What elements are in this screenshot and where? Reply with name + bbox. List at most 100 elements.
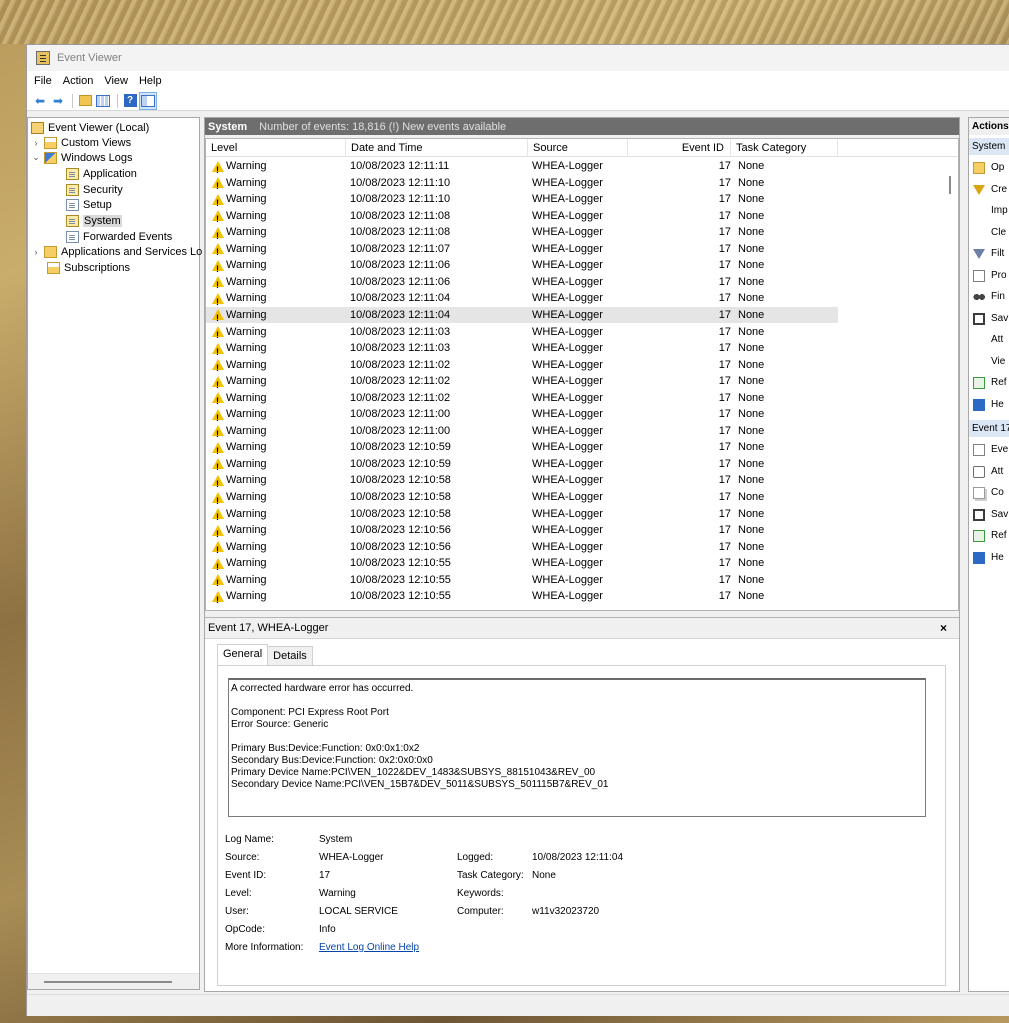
- tree-item-security[interactable]: Security: [66, 182, 123, 197]
- table-row[interactable]: Warning 10/08/2023 12:11:02 WHEA-Logger 17 N…: [206, 373, 838, 393]
- toolbar-separator: [72, 93, 73, 108]
- collapse-chevron-icon[interactable]: ⌄: [31, 152, 41, 163]
- show-hide-console-tree-icon[interactable]: [95, 93, 111, 109]
- menu-action[interactable]: Action: [63, 75, 94, 87]
- table-row[interactable]: Warning 10/08/2023 12:11:08 WHEA-Logger 17 N…: [206, 208, 838, 227]
- table-row[interactable]: Warning 10/08/2023 12:10:58 WHEA-Logger 17 N…: [206, 489, 838, 509]
- title-bar[interactable]: Event Viewer: [27, 45, 1009, 71]
- table-row[interactable]: Warning 10/08/2023 12:11:00 WHEA-Logger 17 N…: [206, 406, 838, 426]
- action-item[interactable]: Filt: [973, 244, 1004, 264]
- action-item[interactable]: Vie: [973, 352, 1005, 372]
- tree-item-event-viewer-local[interactable]: Event Viewer (Local): [31, 120, 149, 135]
- action-item[interactable]: Op: [973, 158, 1004, 178]
- tree-item-windows-logs[interactable]: ⌄ Windows Logs: [31, 150, 133, 165]
- table-row[interactable]: Warning 10/08/2023 12:11:02 WHEA-Logger 17 N…: [206, 357, 838, 376]
- table-row[interactable]: Warning 10/08/2023 12:11:07 WHEA-Logger 17 N…: [206, 241, 838, 260]
- action-item[interactable]: Co: [973, 483, 1004, 503]
- event-level-cell: Warning: [212, 390, 267, 409]
- expand-chevron-icon[interactable]: ›: [31, 138, 41, 148]
- up-folder-icon[interactable]: [77, 93, 93, 109]
- event-description-box[interactable]: A corrected hardware error has occurred.…: [228, 678, 926, 817]
- source-label: Source:: [225, 852, 260, 863]
- menu-file[interactable]: File: [34, 75, 52, 87]
- table-row[interactable]: Warning 10/08/2023 12:11:00 WHEA-Logger 17 N…: [206, 423, 838, 442]
- table-row[interactable]: Warning 10/08/2023 12:10:55 WHEA-Logger 17 N…: [206, 588, 838, 608]
- show-hide-action-pane-icon[interactable]: [139, 91, 157, 110]
- table-row[interactable]: Warning 10/08/2023 12:10:56 WHEA-Logger 17 N…: [206, 539, 838, 558]
- tree-item-custom-views[interactable]: › Custom Views: [31, 135, 131, 150]
- tree-item-system[interactable]: System: [66, 213, 122, 228]
- event-task-cell: None: [738, 573, 765, 586]
- event-log-online-help-link[interactable]: Event Log Online Help: [319, 940, 419, 956]
- tree-horizontal-scrollbar[interactable]: [28, 973, 199, 989]
- table-row[interactable]: Warning 10/08/2023 12:10:55 WHEA-Logger 17 N…: [206, 572, 838, 591]
- column-header-date-time[interactable]: Date and Time: [346, 139, 528, 157]
- table-row[interactable]: Warning 10/08/2023 12:11:02 WHEA-Logger 17 N…: [206, 390, 838, 409]
- tree-item-forwarded-events[interactable]: Forwarded Events: [66, 229, 172, 244]
- column-header-source[interactable]: Source: [528, 139, 628, 157]
- event-date-cell: 10/08/2023 12:11:11: [350, 160, 450, 172]
- event-viewer-window: Event Viewer File Action View Help ⬅ ➡ ?…: [26, 44, 1009, 1016]
- table-row[interactable]: Warning 10/08/2023 12:10:59 WHEA-Logger 17 N…: [206, 439, 838, 459]
- close-icon[interactable]: ×: [940, 621, 947, 635]
- scrollbar-thumb[interactable]: [44, 981, 172, 983]
- table-row[interactable]: Warning 10/08/2023 12:11:08 WHEA-Logger 17 N…: [206, 224, 838, 244]
- action-item[interactable]: Eve: [973, 440, 1008, 460]
- table-row[interactable]: Warning 10/08/2023 12:11:03 WHEA-Logger 17 N…: [206, 340, 838, 360]
- action-item[interactable]: Imp: [973, 201, 1008, 221]
- copy-icon: [973, 487, 985, 499]
- table-row[interactable]: Warning 10/08/2023 12:11:04 WHEA-Logger 17 N…: [206, 306, 838, 326]
- events-vertical-scrollbar[interactable]: [944, 158, 958, 610]
- action-item[interactable]: Cre: [973, 180, 1007, 200]
- table-row[interactable]: Warning 10/08/2023 12:10:59 WHEA-Logger 17 N…: [206, 456, 838, 475]
- menu-help[interactable]: Help: [139, 75, 162, 87]
- table-row[interactable]: Warning 10/08/2023 12:11:10 WHEA-Logger 17 N…: [206, 175, 838, 194]
- table-row[interactable]: Warning 10/08/2023 12:11:06 WHEA-Logger 17 N…: [206, 274, 838, 293]
- expand-chevron-icon[interactable]: ›: [31, 247, 41, 257]
- action-item[interactable]: Cle: [973, 223, 1006, 243]
- action-item[interactable]: Ref: [973, 373, 1007, 393]
- table-row[interactable]: Warning 10/08/2023 12:10:58 WHEA-Logger 17 N…: [206, 506, 838, 525]
- table-row[interactable]: Warning 10/08/2023 12:11:11 WHEA-Logger 17 N…: [206, 158, 838, 178]
- scrollbar-thumb[interactable]: [949, 176, 951, 194]
- action-item[interactable]: Ref: [973, 526, 1007, 546]
- tree-item-subscriptions[interactable]: Subscriptions: [47, 260, 130, 275]
- actions-section-event[interactable]: Event 17: [969, 420, 1009, 437]
- table-row[interactable]: Warning 10/08/2023 12:11:03 WHEA-Logger 17 N…: [206, 324, 838, 343]
- computer-value: w11v32023720: [532, 906, 600, 917]
- tree-item-applications-and-services[interactable]: › Applications and Services Lo: [31, 244, 202, 259]
- forward-arrow-icon[interactable]: ➡: [50, 93, 66, 109]
- table-row[interactable]: Warning 10/08/2023 12:10:58 WHEA-Logger 17 N…: [206, 472, 838, 492]
- column-header-level[interactable]: Level: [206, 139, 346, 157]
- help-icon[interactable]: ?: [122, 93, 138, 109]
- event-id-cell: 17: [718, 441, 731, 454]
- property-row: OpCode: Info: [225, 922, 925, 938]
- action-item[interactable]: Fin: [973, 287, 1005, 307]
- action-item[interactable]: He: [973, 548, 1004, 568]
- actions-section-system[interactable]: System: [969, 138, 1009, 155]
- action-item[interactable]: Att: [973, 462, 1003, 482]
- action-item[interactable]: Pro: [973, 266, 1007, 286]
- table-row[interactable]: Warning 10/08/2023 12:10:55 WHEA-Logger 17 N…: [206, 555, 838, 575]
- tree-item-label: Setup: [83, 198, 112, 211]
- column-header-task-category[interactable]: Task Category: [731, 139, 838, 157]
- tree-item-application[interactable]: Application: [66, 166, 137, 181]
- back-arrow-icon[interactable]: ⬅: [32, 93, 48, 109]
- event-id-cell: 17: [718, 474, 731, 487]
- tab-details[interactable]: Details: [267, 646, 313, 665]
- action-item[interactable]: Att: [973, 330, 1003, 350]
- tab-general[interactable]: General: [217, 644, 269, 665]
- action-item[interactable]: Sav: [973, 505, 1008, 525]
- menu-view[interactable]: View: [104, 75, 128, 87]
- table-row[interactable]: Warning 10/08/2023 12:11:10 WHEA-Logger 17 N…: [206, 191, 838, 211]
- table-row[interactable]: Warning 10/08/2023 12:11:06 WHEA-Logger 17 N…: [206, 257, 838, 277]
- event-id-label: Event ID:: [225, 870, 267, 881]
- table-row[interactable]: Warning 10/08/2023 12:10:56 WHEA-Logger 17 N…: [206, 522, 838, 542]
- column-header-event-id[interactable]: Event ID: [628, 139, 731, 157]
- event-task-cell: None: [738, 391, 765, 404]
- action-item[interactable]: Sav: [973, 309, 1008, 329]
- action-item[interactable]: He: [973, 395, 1004, 415]
- event-level-text: Warning: [226, 292, 267, 305]
- tree-item-setup[interactable]: Setup: [66, 197, 112, 212]
- table-row[interactable]: Warning 10/08/2023 12:11:04 WHEA-Logger 17 N…: [206, 290, 838, 310]
